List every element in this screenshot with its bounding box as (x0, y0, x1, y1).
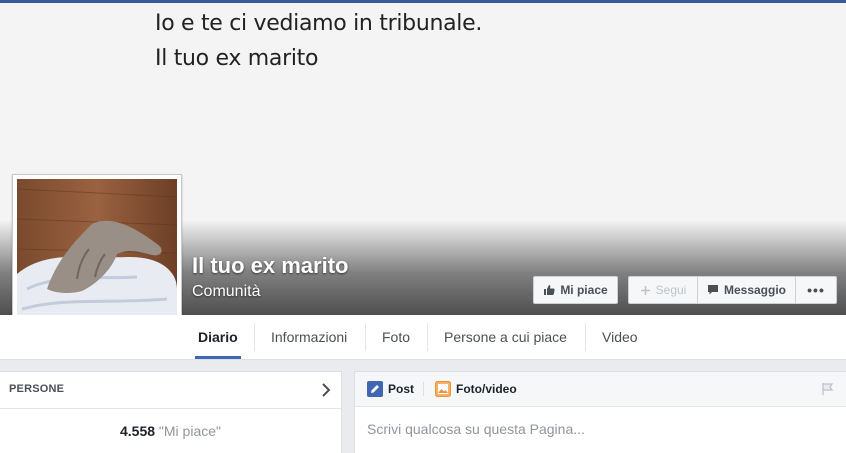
active-tab-indicator (195, 356, 241, 359)
cover-text-line2: Il tuo ex marito (155, 46, 319, 71)
divider (0, 408, 341, 409)
tab-label: Video (602, 329, 638, 345)
composer-tab-post[interactable]: Post (367, 372, 414, 406)
message-icon (707, 285, 718, 295)
tab-foto[interactable]: Foto (365, 315, 427, 359)
tab-label: Foto (382, 329, 411, 345)
follow-button[interactable]: Segui (628, 276, 698, 304)
composer-tab-separator (423, 382, 424, 396)
like-button-label: Mi piace (560, 283, 608, 297)
cover-text-line1: Io e te ci vediamo in tribunale. (155, 11, 483, 36)
more-options-label: ••• (807, 282, 825, 298)
tab-label: Informazioni (271, 329, 348, 345)
thumbs-up-icon (544, 285, 555, 295)
plus-icon (640, 285, 650, 295)
message-button[interactable]: Messaggio (697, 276, 796, 304)
tab-video[interactable]: Video (585, 315, 655, 359)
composer-card: Post Foto/video Scrivi qualcosa su quest… (354, 371, 846, 453)
likes-count[interactable]: 4.558 "Mi piace" (0, 423, 341, 439)
people-header[interactable]: PERSONE (9, 383, 64, 395)
tab-informazioni[interactable]: Informazioni (254, 315, 364, 359)
composer-tab-photo[interactable]: Foto/video (435, 372, 517, 406)
composer-tab-post-label: Post (388, 382, 415, 396)
tab-label: Persone a cui piace (444, 329, 567, 345)
page-nav: Diario Informazioni Foto Persone a cui p… (0, 315, 846, 360)
flag-icon[interactable] (821, 382, 835, 396)
more-options-button[interactable]: ••• (795, 276, 837, 304)
likes-label: "Mi piace" (158, 423, 221, 439)
photo-icon (435, 381, 451, 397)
composer-tabs: Post Foto/video (355, 372, 846, 407)
page-title: Il tuo ex marito (192, 253, 349, 278)
like-button[interactable]: Mi piace (533, 276, 618, 304)
tab-label: Diario (198, 329, 238, 345)
message-button-label: Messaggio (723, 283, 786, 297)
likes-number: 4.558 (119, 423, 156, 439)
follow-button-label: Segui (655, 283, 687, 297)
people-card: PERSONE 4.558 "Mi piace" (0, 371, 342, 453)
tab-persone-a-cui-piace[interactable]: Persone a cui piace (427, 315, 584, 359)
chevron-right-icon[interactable] (321, 383, 331, 397)
composer-input[interactable]: Scrivi qualcosa su questa Pagina... (367, 421, 585, 437)
tab-diario[interactable]: Diario (181, 315, 255, 359)
pencil-icon (367, 381, 383, 397)
composer-tab-photo-label: Foto/video (456, 382, 517, 396)
page-category: Comunità (192, 283, 261, 300)
